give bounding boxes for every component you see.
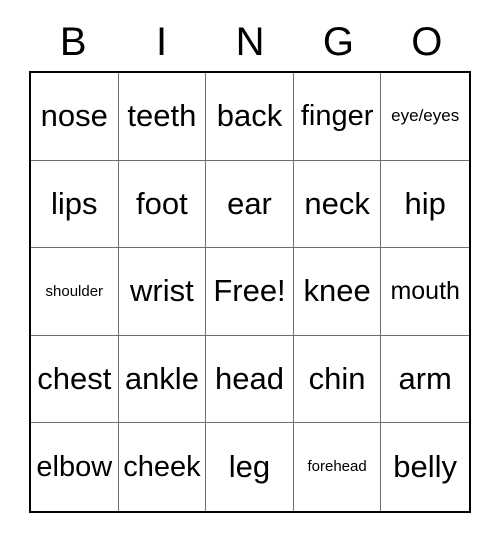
bingo-cell-label: chest <box>37 360 112 396</box>
bingo-cell[interactable]: knee <box>293 248 382 336</box>
bingo-cell[interactable]: forehead <box>293 423 382 511</box>
bingo-cell-label: forehead <box>307 458 367 476</box>
bingo-cell-label: ear <box>227 185 272 221</box>
header-letter-text: N <box>235 19 265 64</box>
bingo-cell-label: hip <box>404 185 446 221</box>
bingo-cell-label: finger <box>300 100 374 133</box>
bingo-cell-label: foot <box>136 185 188 221</box>
bingo-cell[interactable]: finger <box>293 73 382 161</box>
bingo-cell-label: cheek <box>123 450 201 483</box>
bingo-cell-label: nose <box>40 98 108 134</box>
bingo-cell-label: wrist <box>130 273 194 309</box>
header-letter-text: O <box>411 19 443 64</box>
bingo-cell-label: belly <box>393 448 458 484</box>
bingo-cell[interactable]: arm <box>381 335 469 424</box>
bingo-cell-label: eye/eyes <box>391 106 460 126</box>
bingo-cell-label: leg <box>228 448 271 484</box>
bingo-cell-label: back <box>216 98 283 134</box>
bingo-cell-label: chin <box>308 360 366 396</box>
bingo-cell[interactable]: nose <box>31 73 119 161</box>
bingo-cell[interactable]: elbow <box>31 423 119 511</box>
bingo-cell[interactable]: cheek <box>118 423 207 511</box>
bingo-cell[interactable]: Free! <box>206 248 294 336</box>
bingo-cell[interactable]: hip <box>381 160 469 249</box>
bingo-cell[interactable]: wrist <box>118 248 207 336</box>
bingo-cell-label: neck <box>304 185 370 221</box>
bingo-cell[interactable]: chin <box>293 335 382 424</box>
bingo-cell-label: elbow <box>36 450 113 483</box>
bingo-header-letter-b: B <box>29 12 117 71</box>
bingo-cell-label: lips <box>51 185 98 221</box>
bingo-cell[interactable]: foot <box>118 160 207 249</box>
bingo-cell[interactable]: eye/eyes <box>381 73 469 161</box>
bingo-cell[interactable]: leg <box>206 423 294 511</box>
bingo-header-letter-o: O <box>383 12 471 71</box>
bingo-cell-label: head <box>215 360 284 396</box>
bingo-cell[interactable]: neck <box>293 160 382 249</box>
bingo-cell[interactable]: belly <box>381 423 469 511</box>
bingo-header-row: B I N G O <box>29 12 471 71</box>
header-letter-text: G <box>322 19 354 64</box>
bingo-cell-label: teeth <box>127 98 197 134</box>
bingo-cell[interactable]: ankle <box>118 335 207 424</box>
bingo-card: B I N G O nose teeth back finger eye/eyes lip… <box>29 12 471 513</box>
bingo-cell-label: mouth <box>390 277 460 306</box>
bingo-cell-label: knee <box>303 273 371 309</box>
bingo-cell[interactable]: lips <box>31 160 119 249</box>
bingo-cell[interactable]: ear <box>206 160 294 249</box>
bingo-cell[interactable]: chest <box>31 335 119 424</box>
bingo-header-letter-n: N <box>206 12 294 71</box>
bingo-header-letter-i: I <box>117 12 205 71</box>
bingo-cell[interactable]: mouth <box>381 248 469 336</box>
bingo-cell[interactable]: back <box>206 73 294 161</box>
header-letter-text: B <box>59 19 87 64</box>
bingo-grid: nose teeth back finger eye/eyes lips foot ear ne… <box>29 71 471 513</box>
bingo-cell[interactable]: shoulder <box>31 248 119 336</box>
bingo-cell[interactable]: head <box>206 335 294 424</box>
bingo-cell-label: ankle <box>124 360 199 396</box>
bingo-header-letter-g: G <box>294 12 382 71</box>
bingo-cell-label: Free! <box>213 273 286 309</box>
bingo-cell-label: shoulder <box>45 282 104 300</box>
bingo-cell[interactable]: teeth <box>118 73 207 161</box>
header-letter-text: I <box>156 19 168 64</box>
bingo-cell-label: arm <box>398 360 452 396</box>
